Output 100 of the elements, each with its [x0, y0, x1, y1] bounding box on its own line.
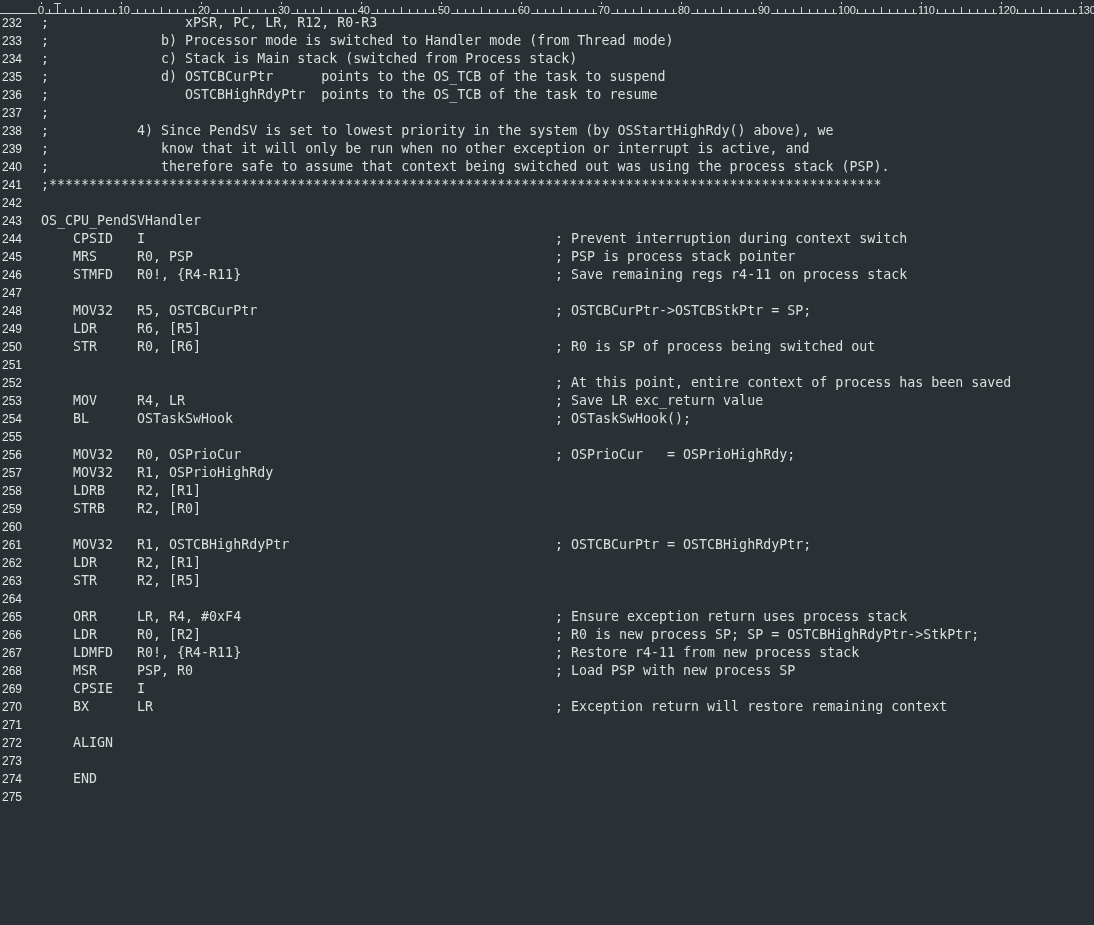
line-number: 267	[1, 645, 24, 662]
line-number: 255	[1, 429, 24, 446]
code-text: LDMFD R0!, {R4-R11}	[72, 645, 242, 660]
line-number: 237	[1, 105, 24, 122]
line-number: 251	[1, 357, 24, 374]
line-number: 240	[1, 159, 24, 176]
line-number: 268	[1, 663, 24, 680]
ruler-number: 100	[837, 4, 857, 16]
ruler-number: 60	[517, 4, 531, 16]
line-number: 239	[1, 141, 24, 158]
line-number: 247	[1, 285, 24, 302]
code-text: STR R0, [R6]	[72, 339, 202, 354]
code-text: ORR LR, R4, #0xF4	[72, 609, 242, 624]
code-text: ; c) Stack is Main stack (switched from Process stack)	[41, 51, 578, 66]
line-number: 261	[1, 537, 24, 554]
code-text: MOV R4, LR	[72, 393, 186, 408]
code-text: STRB R2, [R0]	[72, 501, 202, 516]
line-number: 246	[1, 267, 24, 284]
ruler-number: 50	[437, 4, 451, 16]
line-number: 250	[1, 339, 24, 356]
ruler-number: 30	[277, 4, 291, 16]
code-text: ;********************************************************************************************************	[41, 177, 882, 192]
code-text: ; 4) Since PendSV is set to lowest priority in the system (by OSStartHighRdy() above), we	[41, 123, 834, 138]
code-text: ; therefore safe to assume that context being switched out was using the process stack (PSP).	[41, 159, 890, 174]
line-number: 233	[1, 33, 24, 50]
code-text: ; d) OSTCBCurPtr points to the OS_TCB of the task to suspend	[41, 69, 666, 84]
code-text: LDR R2, [R1]	[72, 555, 202, 570]
line-number: 249	[1, 321, 24, 338]
code-comment: ; Save remaining regs r4-11 on process stack	[555, 266, 908, 284]
code-text: MOV32 R1, OSTCBHighRdyPtr	[72, 537, 290, 552]
line-number: 264	[1, 591, 24, 608]
code-text: STR R2, [R5]	[72, 573, 202, 588]
code-text: OS_CPU_PendSVHandler	[41, 213, 202, 228]
line-number: 259	[1, 501, 24, 518]
code-text: CPSID I	[72, 231, 146, 246]
code-text: ALIGN	[72, 735, 114, 750]
code-comment: ; OSTCBCurPtr = OSTCBHighRdyPtr;	[555, 536, 812, 554]
code-text: MOV32 R5, OSTCBCurPtr	[72, 303, 258, 318]
line-number: 235	[1, 69, 24, 86]
code-comment: ; Restore r4-11 from new process stack	[555, 644, 860, 662]
ruler-number: 70	[597, 4, 611, 16]
code-comment: ; Exception return will restore remaining context	[555, 698, 948, 716]
code-comment: ; Load PSP with new process SP	[555, 662, 796, 680]
ruler-number: 40	[357, 4, 371, 16]
line-number: 271	[1, 717, 24, 734]
line-number: 245	[1, 249, 24, 266]
code-comment: ; R0 is new process SP; SP = OSTCBHighRdyPtr->StkPtr;	[555, 626, 980, 644]
code-text: BL OSTaskSwHook	[72, 411, 234, 426]
line-number: 234	[1, 51, 24, 68]
tab-stop-icon	[54, 3, 61, 9]
code-text: ; OSTCBHighRdyPtr points to the OS_TCB of the task to resume	[41, 87, 658, 102]
ruler-number: 120	[997, 4, 1017, 16]
ruler-number: 10	[117, 4, 131, 16]
code-comment: ; Prevent interruption during context switch	[555, 230, 908, 248]
code-comment: ; At this point, entire context of process has been saved	[555, 374, 1012, 392]
line-number: 254	[1, 411, 24, 428]
code-text: CPSIE I	[72, 681, 146, 696]
line-number: 272	[1, 735, 24, 752]
line-number: 260	[1, 519, 24, 536]
line-number: 263	[1, 573, 24, 590]
line-number: 265	[1, 609, 24, 626]
line-number: 269	[1, 681, 24, 698]
ruler-number: 80	[677, 4, 691, 16]
ruler-number: 110	[917, 4, 936, 16]
line-number: 274	[1, 771, 24, 788]
code-text: LDR R0, [R2]	[72, 627, 202, 642]
code-comment: ; R0 is SP of process being switched out	[555, 338, 876, 356]
line-number: 248	[1, 303, 24, 320]
ruler-number: 20	[197, 4, 211, 16]
code-comment: ; Ensure exception return uses process stack	[555, 608, 908, 626]
line-number: 242	[1, 195, 24, 212]
code-text: BX LR	[72, 699, 154, 714]
code-text: LDRB R2, [R1]	[72, 483, 202, 498]
code-text: LDR R6, [R5]	[72, 321, 202, 336]
code-comment: ; OSTCBCurPtr->OSTCBStkPtr = SP;	[555, 302, 812, 320]
code-text: MSR PSP, R0	[72, 663, 194, 678]
code-text: END	[72, 771, 98, 786]
line-number: 253	[1, 393, 24, 410]
line-number: 244	[1, 231, 24, 248]
line-number: 273	[1, 753, 24, 770]
line-number: 262	[1, 555, 24, 572]
line-number: 243	[1, 213, 24, 230]
code-text: MOV32 R1, OSPrioHighRdy	[72, 465, 274, 480]
code-text: ; xPSR, PC, LR, R12, R0-R3	[41, 15, 378, 30]
line-number: 232	[1, 15, 24, 32]
line-number: 238	[1, 123, 24, 140]
code-text: STMFD R0!, {R4-R11}	[72, 267, 242, 282]
code-comment: ; OSPrioCur = OSPrioHighRdy;	[555, 446, 796, 464]
line-number: 252	[1, 375, 24, 392]
code-comment: ; Save LR exc_return value	[555, 392, 764, 410]
line-number: 275	[1, 789, 24, 806]
line-number: 257	[1, 465, 24, 482]
code-comment: ; OSTaskSwHook();	[555, 410, 692, 428]
line-number: 256	[1, 447, 24, 464]
code-text: MOV32 R0, OSPrioCur	[72, 447, 242, 462]
code-comment: ; PSP is process stack pointer	[555, 248, 796, 266]
line-number: 236	[1, 87, 24, 104]
line-number: 241	[1, 177, 24, 194]
code-text: ;	[41, 105, 49, 120]
line-number: 266	[1, 627, 24, 644]
